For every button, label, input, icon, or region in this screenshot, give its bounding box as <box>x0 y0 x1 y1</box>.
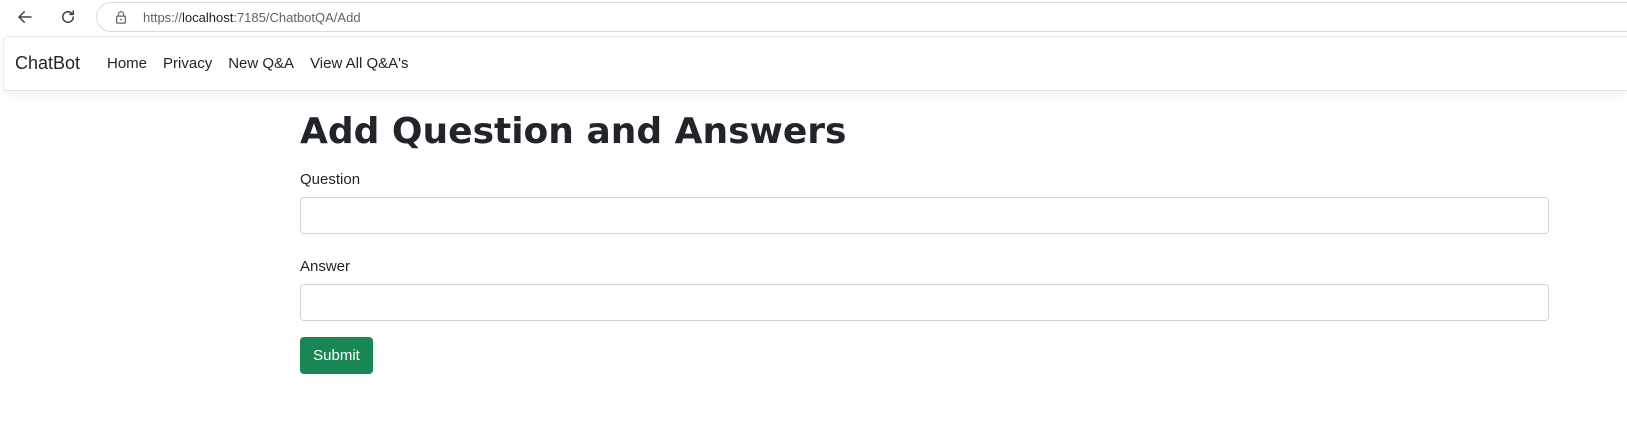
url-scheme: https:// <box>143 9 183 25</box>
reload-icon <box>62 10 74 23</box>
site-info-icon[interactable] <box>113 9 129 25</box>
question-input[interactable] <box>300 197 1549 234</box>
nav-link-new-qa[interactable]: New Q&A <box>228 55 294 72</box>
browser-toolbar: https://localhost:7185/ChatbotQA/Add <box>0 0 1627 34</box>
address-bar[interactable]: https://localhost:7185/ChatbotQA/Add <box>96 2 1627 32</box>
url-text: https://localhost:7185/ChatbotQA/Add <box>143 10 361 25</box>
reload-button[interactable] <box>54 3 82 31</box>
submit-button[interactable]: Submit <box>300 337 373 374</box>
answer-label: Answer <box>300 258 351 275</box>
back-arrow-icon <box>18 11 32 23</box>
nav-links: Home Privacy New Q&A View All Q&A's <box>107 55 425 72</box>
page-title: Add Question and Answers <box>300 111 847 152</box>
question-label: Question <box>300 171 361 188</box>
app-navbar: ChatBot Home Privacy New Q&A View All Q&… <box>3 36 1627 91</box>
main-content: Add Question and Answers Question Answer… <box>300 108 1550 374</box>
brand-link[interactable]: ChatBot <box>15 53 80 74</box>
nav-link-view-all-qa[interactable]: View All Q&A's <box>310 55 408 72</box>
answer-input[interactable] <box>300 284 1549 321</box>
url-host: localhost <box>182 9 234 25</box>
url-path: :7185/ChatbotQA/Add <box>233 9 361 25</box>
nav-link-privacy[interactable]: Privacy <box>163 55 212 72</box>
back-button[interactable] <box>11 3 39 31</box>
nav-link-home[interactable]: Home <box>107 55 147 72</box>
